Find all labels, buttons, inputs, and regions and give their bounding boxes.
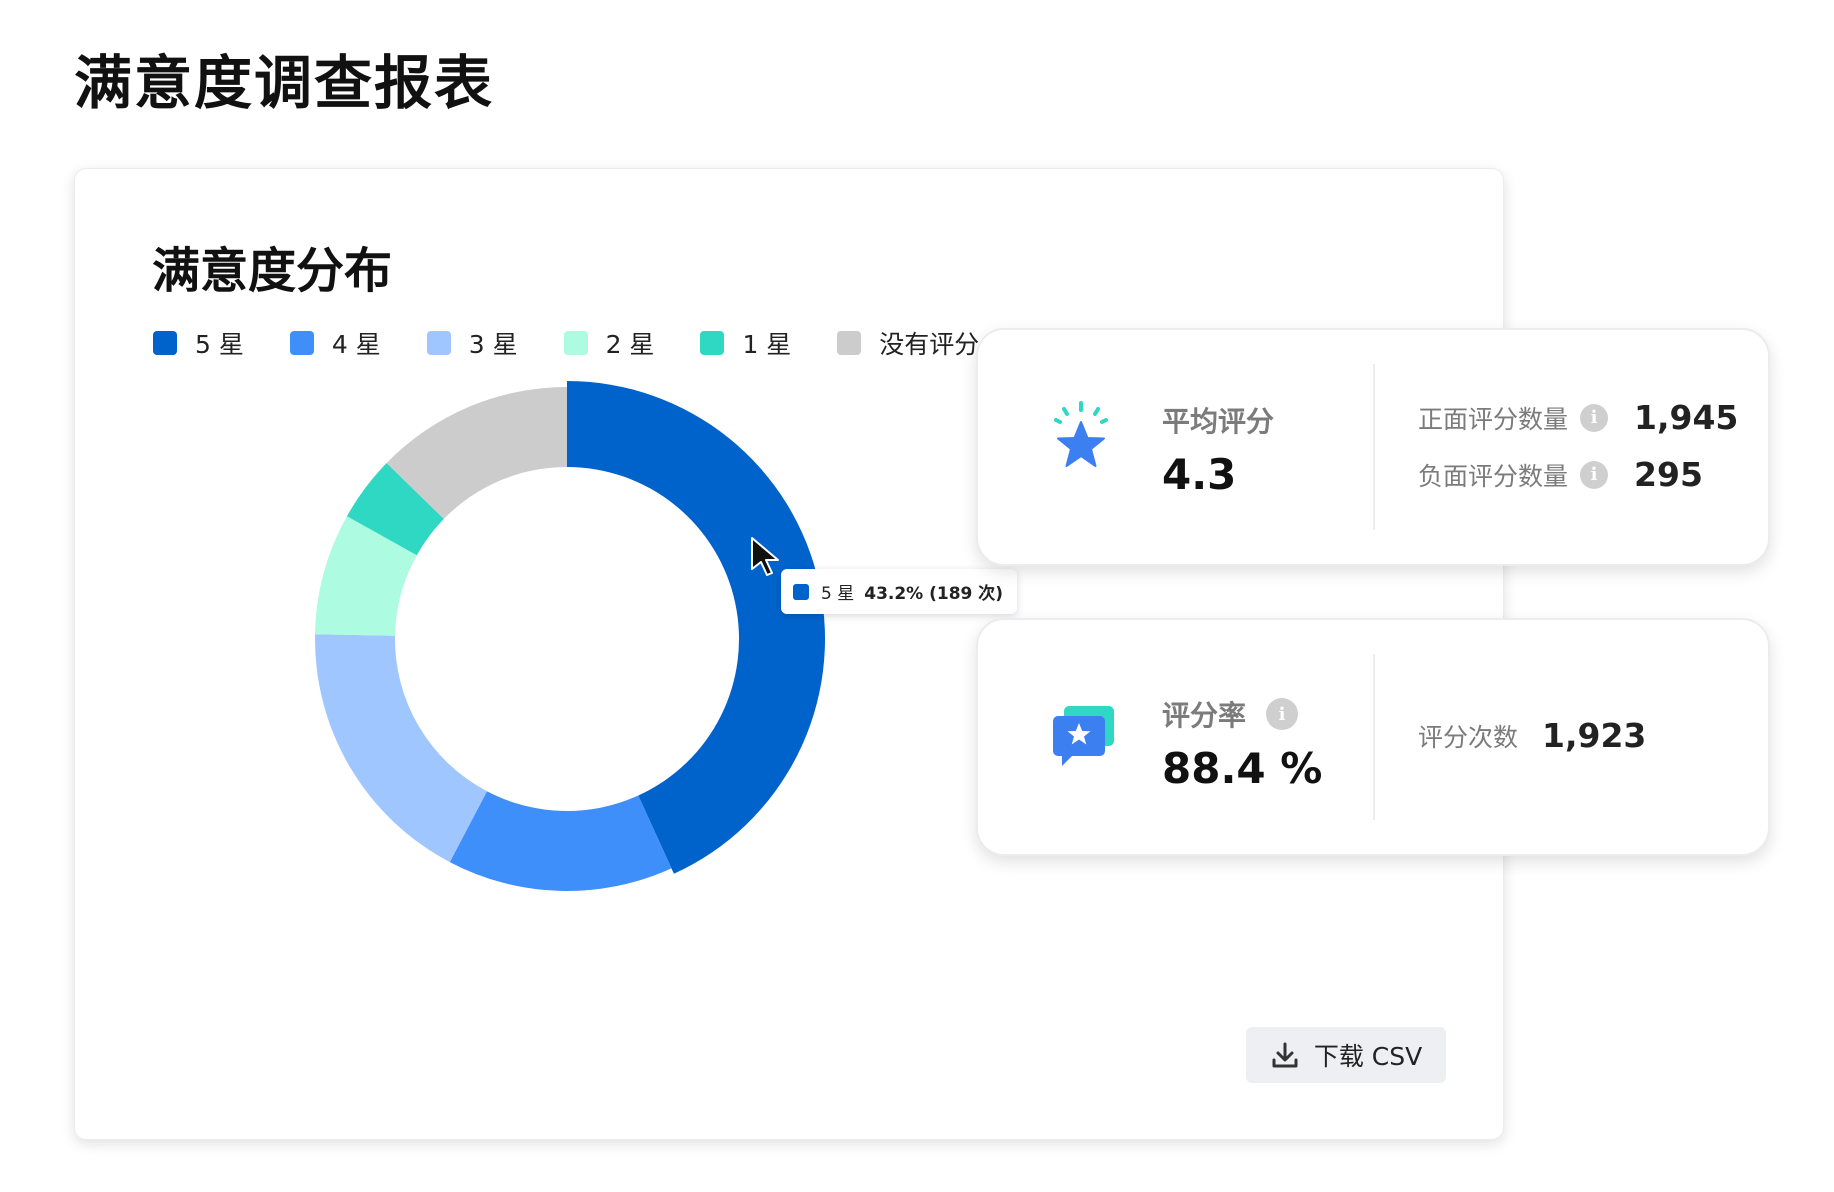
positive-ratings-value: 1,945 — [1634, 398, 1739, 437]
donut-segment-3[interactable] — [315, 634, 487, 863]
chat-star-icon — [1050, 704, 1116, 774]
info-icon[interactable]: i — [1580, 460, 1609, 489]
average-rating-label: 平均评分 — [1162, 405, 1275, 438]
donut-segment-1[interactable] — [567, 381, 825, 874]
positive-ratings-label: 正面评分数量 — [1418, 404, 1569, 434]
mouse-cursor-icon — [751, 537, 779, 576]
star-icon — [1050, 400, 1112, 474]
rating-rate-label-wrap: 评分率 i — [1162, 694, 1322, 734]
average-rating-main: 平均评分 4.3 — [1162, 400, 1274, 499]
tooltip-value: 43.2% (189 次) — [864, 584, 1004, 604]
card-divider — [1373, 654, 1375, 820]
positive-ratings-row: 正面评分数量 i 1,945 — [1418, 398, 1738, 437]
negative-ratings-label: 负面评分数量 — [1418, 461, 1569, 491]
rating-count-label: 评分次数 — [1418, 722, 1519, 752]
rating-rate-value: 88.4 % — [1162, 744, 1323, 793]
download-csv-label: 下载 CSV — [1313, 1042, 1423, 1071]
tooltip-swatch — [793, 583, 809, 600]
download-icon — [1270, 1040, 1300, 1070]
average-rating-value: 4.3 — [1162, 450, 1237, 499]
info-icon[interactable]: i — [1266, 698, 1299, 730]
rating-count-row: 评分次数 1,923 — [1418, 716, 1646, 755]
card-divider — [1373, 364, 1375, 530]
info-icon[interactable]: i — [1580, 403, 1609, 432]
donut-segment-2[interactable] — [449, 791, 672, 892]
download-csv-button[interactable]: 下载 CSV — [1246, 1027, 1446, 1083]
negative-ratings-row: 负面评分数量 i 295 — [1418, 455, 1703, 494]
rating-count-value: 1,923 — [1542, 716, 1647, 755]
rating-rate-card: 评分率 i 88.4 % 评分次数 1,923 — [976, 618, 1770, 856]
rating-rate-main: 评分率 i 88.4 % — [1162, 694, 1322, 793]
rating-rate-label: 评分率 — [1162, 699, 1247, 732]
tooltip-series-name: 5 星 — [821, 584, 855, 604]
negative-ratings-value: 295 — [1634, 455, 1703, 494]
chart-tooltip: 5 星 43.2% (189 次) — [781, 569, 1018, 614]
page-title: 满意度调查报表 — [74, 49, 495, 117]
average-rating-card: 平均评分 4.3 正面评分数量 i 1,945 负面评分数量 i 295 — [976, 328, 1770, 566]
